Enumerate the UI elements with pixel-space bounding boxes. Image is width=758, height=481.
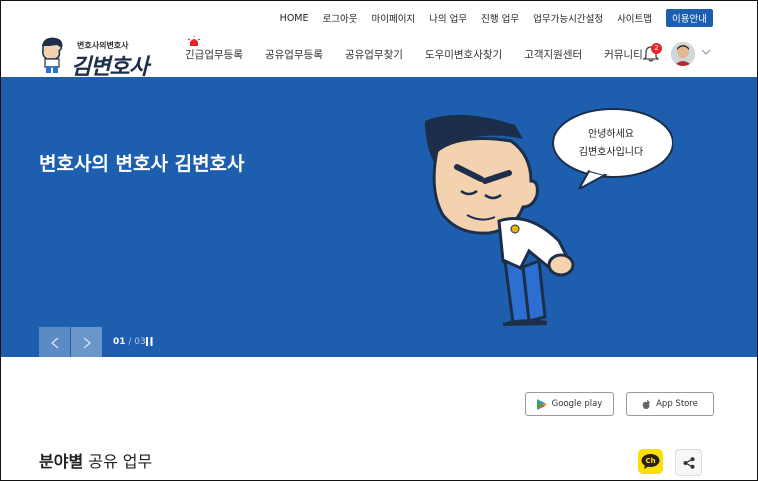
section-title-rest: 공유 업무 — [83, 452, 153, 471]
share-icon — [683, 456, 694, 469]
sitemap-link[interactable]: 사이트맵 — [617, 11, 652, 25]
ongoing-tasks-link[interactable]: 진행 업무 — [481, 11, 519, 25]
mypage-link[interactable]: 마이페이지 — [371, 11, 415, 25]
speech-bubble: 안녕하세요 김변호사입니다 — [549, 107, 673, 189]
my-tasks-link[interactable]: 나의 업무 — [429, 11, 467, 25]
siren-icon — [187, 36, 201, 46]
section-title-bold: 분야별 — [39, 452, 84, 471]
main-nav: 긴급업무등록 공유업무등록 공유업무찾기 도우미변호사찾기 고객지원센터 커뮤니… — [185, 36, 643, 62]
nav-shared-register[interactable]: 공유업무등록 — [265, 47, 323, 62]
nav-support-center[interactable]: 고객지원센터 — [524, 47, 582, 62]
bubble-line-2: 김변호사입니다 — [578, 147, 644, 158]
avatar-photo — [671, 42, 695, 66]
arrow-right-icon — [83, 337, 91, 348]
bubble-line-1: 안녕하세요 — [588, 129, 634, 140]
slider-next-button[interactable] — [71, 327, 102, 358]
page-frame: HOME 로그아웃 마이페이지 나의 업무 진행 업무 업무가능시간설정 사이트… — [0, 0, 758, 481]
nav-urgent-register-label: 긴급업무등록 — [185, 49, 243, 61]
notification-badge: 2 — [651, 43, 662, 54]
chevron-down-icon[interactable] — [701, 49, 711, 55]
logout-link[interactable]: 로그아웃 — [323, 11, 358, 25]
kakao-channel-icon: Ch — [641, 454, 660, 469]
kakao-channel-label: Ch — [645, 457, 655, 465]
slide-separator: / — [125, 337, 135, 347]
nav-helper-lawyer[interactable]: 도우미변호사찾기 — [425, 47, 502, 62]
nav-community[interactable]: 커뮤니티 — [604, 47, 643, 62]
apple-icon — [642, 399, 651, 409]
utility-bar: HOME 로그아웃 마이페이지 나의 업무 진행 업무 업무가능시간설정 사이트… — [1, 1, 757, 33]
main-header: 변호사의변호사 김변호사 긴급업무등록 공유업무등록 공유업무찾기 도우미변호사… — [1, 33, 757, 80]
utility-links: HOME 로그아웃 마이페이지 나의 업무 진행 업무 업무가능시간설정 사이트… — [280, 9, 713, 27]
app-store-links: Google play App Store — [525, 392, 714, 416]
hero-title: 변호사의 변호사 김변호사 — [39, 153, 245, 175]
pause-icon[interactable] — [146, 337, 153, 346]
google-play-button[interactable]: Google play — [525, 392, 614, 416]
slide-current: 01 — [113, 337, 126, 347]
google-play-label: Google play — [551, 399, 603, 409]
site-logo[interactable]: 변호사의변호사 김변호사 — [37, 37, 169, 80]
slider-controls — [39, 327, 102, 358]
share-button[interactable] — [675, 449, 702, 476]
availability-settings-link[interactable]: 업무가능시간설정 — [533, 11, 603, 25]
section-title: 분야별 공유 업무 — [39, 448, 152, 472]
app-store-button[interactable]: App Store — [626, 392, 714, 416]
slide-pager: 01 / 03 — [113, 337, 146, 347]
home-link[interactable]: HOME — [280, 13, 309, 24]
kakao-channel-button[interactable]: Ch — [638, 449, 663, 474]
guide-button[interactable]: 이용안내 — [666, 9, 713, 27]
app-store-label: App Store — [656, 399, 698, 409]
slider-prev-button[interactable] — [39, 327, 70, 358]
hero-banner: 변호사의 변호사 김변호사 안녕하세요 김변호사입니다 01 / 03 — [1, 77, 757, 358]
user-avatar[interactable] — [671, 42, 695, 66]
nav-shared-find[interactable]: 공유업무찾기 — [345, 47, 403, 62]
google-play-icon — [536, 398, 547, 410]
arrow-left-icon — [50, 337, 58, 348]
slide-total: 03 — [134, 337, 146, 347]
nav-urgent-register[interactable]: 긴급업무등록 — [185, 36, 243, 62]
logo-mascot-icon — [42, 37, 63, 73]
